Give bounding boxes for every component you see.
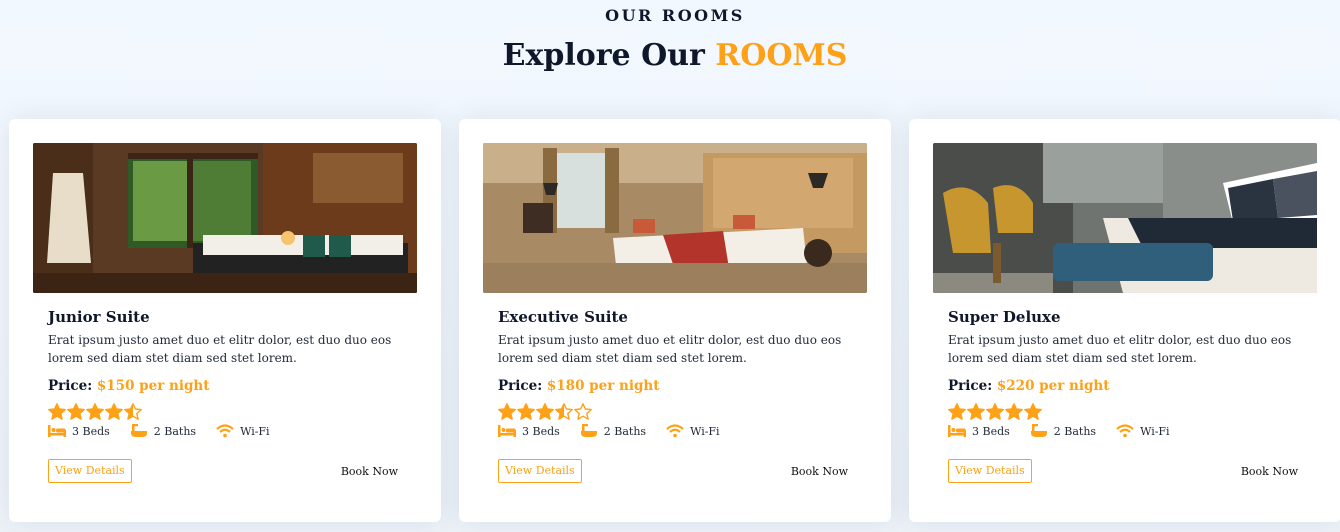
- star-full-icon: [67, 403, 85, 421]
- feature-baths: 2 Baths: [130, 424, 196, 438]
- bed-icon: [48, 424, 66, 438]
- heading-prefix: Explore Our: [502, 38, 705, 73]
- room-title: Junior Suite: [48, 308, 150, 326]
- feature-label: 3 Beds: [72, 424, 110, 438]
- star-full-icon: [986, 403, 1004, 421]
- bed-icon: [948, 424, 966, 438]
- star-full-icon: [948, 403, 966, 421]
- star-empty-icon: [574, 403, 592, 421]
- wifi-icon: [666, 424, 684, 438]
- star-rating: [948, 403, 1317, 421]
- room-features: 3 Beds 2 Baths Wi-Fi: [48, 424, 417, 438]
- star-half-icon: [555, 403, 573, 421]
- feature-label: Wi-Fi: [690, 424, 720, 438]
- feature-label: 2 Baths: [603, 424, 647, 438]
- room-price: Price: $180 per night: [498, 378, 867, 394]
- feature-beds: 3 Beds: [948, 424, 1010, 438]
- price-value: $220 per night: [996, 378, 1110, 394]
- room-card: Junior Suite Erat ipsum justo amet duo e…: [9, 119, 441, 522]
- room-description: Erat ipsum justo amet duo et elitr dolor…: [498, 333, 842, 365]
- star-full-icon: [967, 403, 985, 421]
- book-now-button[interactable]: Book Now: [1241, 465, 1298, 478]
- feature-beds: 3 Beds: [498, 424, 560, 438]
- feature-label: Wi-Fi: [240, 424, 270, 438]
- card-actions: View Details Book Now: [48, 459, 398, 483]
- feature-baths: 2 Baths: [1030, 424, 1096, 438]
- card-actions: View Details Book Now: [948, 459, 1298, 483]
- bath-icon: [580, 424, 598, 438]
- room-photo[interactable]: [483, 143, 867, 293]
- price-label: Price:: [498, 378, 543, 394]
- star-full-icon: [86, 403, 104, 421]
- view-details-button[interactable]: View Details: [948, 459, 1032, 483]
- price-value: $150 per night: [96, 378, 210, 394]
- star-rating: [48, 403, 417, 421]
- room-title: Super Deluxe: [948, 308, 1061, 326]
- wifi-icon: [216, 424, 234, 438]
- room-price: Price: $150 per night: [48, 378, 417, 394]
- feature-wifi: Wi-Fi: [216, 424, 270, 438]
- room-price: Price: $220 per night: [948, 378, 1317, 394]
- feature-beds: 3 Beds: [48, 424, 110, 438]
- bath-icon: [1030, 424, 1048, 438]
- feature-wifi: Wi-Fi: [1116, 424, 1170, 438]
- heading-accent: ROOMS: [715, 38, 848, 73]
- room-photo[interactable]: [933, 143, 1317, 293]
- view-details-button[interactable]: View Details: [498, 459, 582, 483]
- feature-wifi: Wi-Fi: [666, 424, 720, 438]
- room-description: Erat ipsum justo amet duo et elitr dolor…: [948, 333, 1292, 365]
- bath-icon: [130, 424, 148, 438]
- room-card: Executive Suite Erat ipsum justo amet du…: [459, 119, 891, 522]
- star-full-icon: [1024, 403, 1042, 421]
- section-eyebrow: OUR ROOMS: [605, 6, 745, 25]
- feature-label: 3 Beds: [522, 424, 560, 438]
- room-title: Executive Suite: [498, 308, 628, 326]
- star-full-icon: [498, 403, 516, 421]
- room-features: 3 Beds 2 Baths Wi-Fi: [498, 424, 867, 438]
- star-full-icon: [48, 403, 66, 421]
- card-actions: View Details Book Now: [498, 459, 848, 483]
- feature-label: 2 Baths: [1053, 424, 1097, 438]
- feature-baths: 2 Baths: [580, 424, 646, 438]
- price-label: Price:: [48, 378, 93, 394]
- room-cards: Junior Suite Erat ipsum justo amet duo e…: [9, 119, 1340, 522]
- price-value: $180 per night: [546, 378, 660, 394]
- wifi-icon: [1116, 424, 1134, 438]
- room-features: 3 Beds 2 Baths Wi-Fi: [948, 424, 1317, 438]
- section-heading: Explore Our ROOMS: [0, 38, 1340, 73]
- star-rating: [498, 403, 867, 421]
- star-full-icon: [105, 403, 123, 421]
- room-photo[interactable]: [33, 143, 417, 293]
- star-full-icon: [517, 403, 535, 421]
- feature-label: 3 Beds: [972, 424, 1010, 438]
- star-full-icon: [1005, 403, 1023, 421]
- star-half-icon: [124, 403, 142, 421]
- room-card: Super Deluxe Erat ipsum justo amet duo e…: [909, 119, 1340, 522]
- rooms-section: OUR ROOMS Explore Our ROOMS Junior Suite…: [0, 0, 1340, 532]
- book-now-button[interactable]: Book Now: [791, 465, 848, 478]
- book-now-button[interactable]: Book Now: [341, 465, 398, 478]
- room-description: Erat ipsum justo amet duo et elitr dolor…: [48, 333, 392, 365]
- star-full-icon: [536, 403, 554, 421]
- feature-label: Wi-Fi: [1140, 424, 1170, 438]
- bed-icon: [498, 424, 516, 438]
- feature-label: 2 Baths: [153, 424, 197, 438]
- price-label: Price:: [948, 378, 993, 394]
- view-details-button[interactable]: View Details: [48, 459, 132, 483]
